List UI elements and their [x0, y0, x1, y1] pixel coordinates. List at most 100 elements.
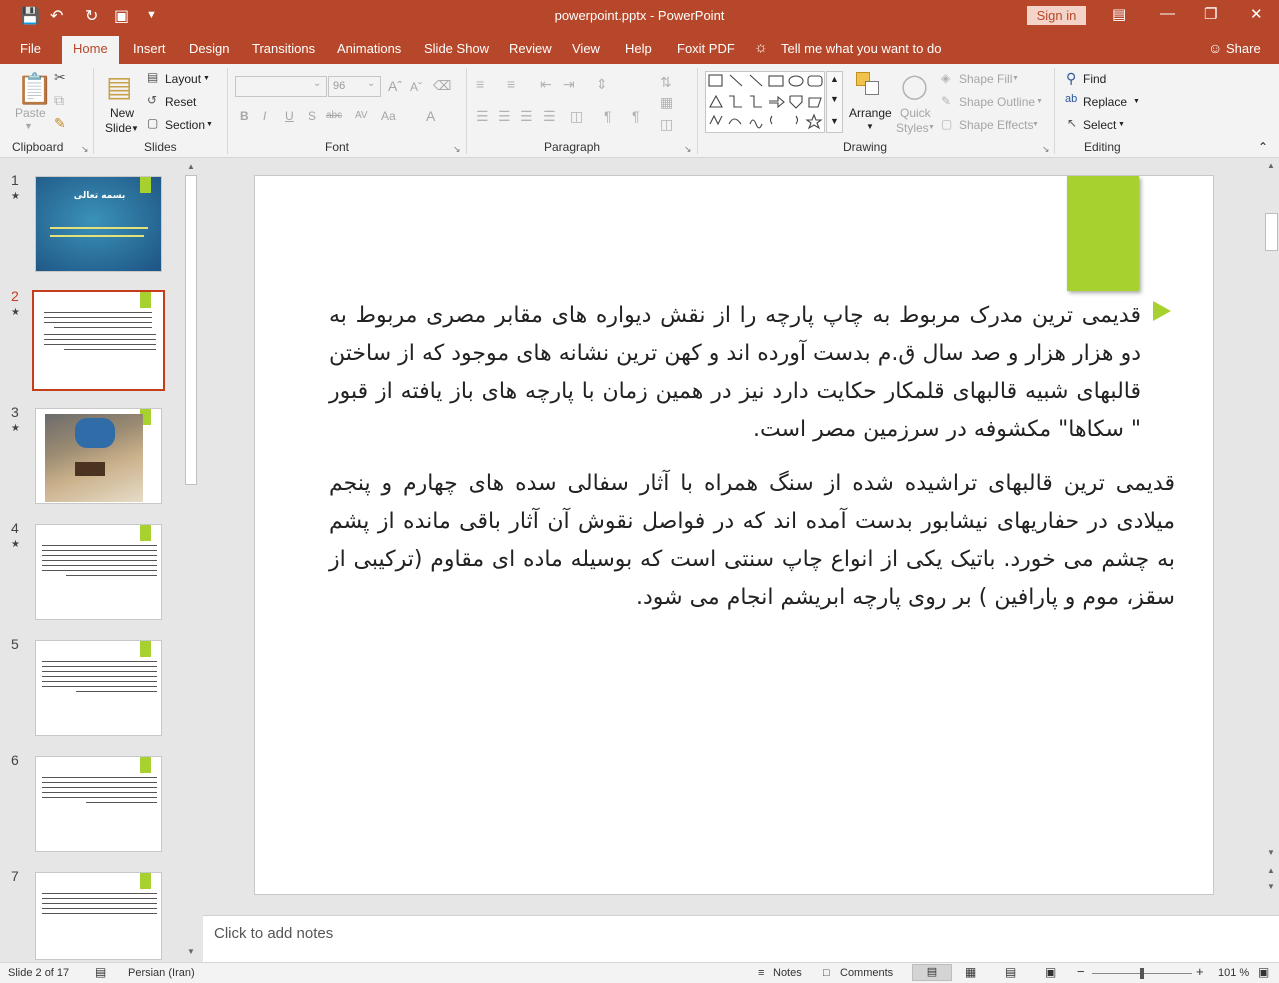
slide-thumbnail-6[interactable] — [35, 756, 162, 852]
slide-scroll-up-icon[interactable]: ▲ — [1267, 161, 1275, 170]
shrink-font-icon[interactable]: Aˇ — [410, 80, 422, 94]
layout-button[interactable]: Layout — [165, 72, 201, 86]
new-slide-label-1[interactable]: New — [110, 106, 134, 120]
new-slide-chevron-down-icon[interactable]: ▼ — [131, 124, 139, 133]
italic-button[interactable]: I — [263, 109, 266, 123]
grow-font-icon[interactable]: Aˆ — [388, 78, 402, 94]
smartart-icon[interactable]: ◫ — [660, 116, 673, 133]
language-indicator[interactable]: Persian (Iran) — [128, 967, 195, 979]
font-launcher-icon[interactable]: ↘ — [453, 144, 461, 155]
underline-button[interactable]: U — [285, 109, 294, 123]
reading-view-icon[interactable]: ▤ — [1005, 965, 1016, 979]
shapes-gallery-scroll[interactable]: ▲ ▼ ▼ — [826, 71, 843, 133]
share-button[interactable]: Share — [1226, 41, 1261, 56]
paste-icon[interactable]: 📋 — [16, 72, 53, 107]
slide-scroll-down-icon[interactable]: ▼ — [1267, 848, 1275, 857]
slide-paragraph-1[interactable]: قدیمی ترین مدرک مربوط به چاپ پارچه را از… — [329, 297, 1141, 449]
section-chevron-down-icon[interactable]: ▼ — [206, 121, 213, 128]
shape-fill-chevron-down-icon[interactable]: ▼ — [1012, 75, 1019, 82]
slide-canvas[interactable]: قدیمی ترین مدرک مربوط به چاپ پارچه را از… — [254, 175, 1214, 895]
minimize-icon[interactable]: — — [1160, 5, 1175, 22]
tab-design[interactable]: Design — [189, 41, 229, 56]
arrange-icon[interactable] — [856, 72, 882, 98]
tab-help[interactable]: Help — [625, 41, 652, 56]
select-chevron-down-icon[interactable]: ▼ — [1118, 121, 1125, 128]
shape-outline-chevron-down-icon[interactable]: ▼ — [1036, 98, 1043, 105]
zoom-out-button[interactable]: − — [1077, 964, 1085, 979]
zoom-in-button[interactable]: + — [1196, 964, 1204, 979]
spell-check-icon[interactable]: ▤ — [95, 965, 106, 979]
align-text-icon[interactable]: ▦ — [660, 94, 673, 111]
quick-styles-label-2[interactable]: Styles — [896, 121, 929, 135]
shape-fill-icon[interactable]: ◈ — [941, 71, 950, 85]
drawing-launcher-icon[interactable]: ↘ — [1042, 144, 1050, 155]
text-direction-icon[interactable]: ⇅ — [660, 74, 672, 91]
tab-review[interactable]: Review — [509, 41, 552, 56]
clear-format-icon[interactable]: ⌫ — [433, 78, 451, 94]
gallery-up-icon[interactable]: ▲ — [830, 74, 839, 84]
comments-button[interactable]: Comments — [840, 967, 893, 979]
paste-label[interactable]: Paste — [15, 106, 46, 120]
next-slide-icon[interactable]: ▼ — [1267, 882, 1275, 891]
quick-styles-icon[interactable]: ◯ — [901, 72, 928, 101]
line-spacing-icon[interactable]: ⇕ — [596, 76, 608, 93]
quick-styles-label-1[interactable]: Quick — [900, 106, 931, 120]
slide-show-icon[interactable]: ▣ — [1045, 965, 1056, 979]
increase-indent-icon[interactable]: ⇥ — [563, 76, 575, 93]
font-color-button[interactable]: A — [426, 108, 435, 124]
notes-icon[interactable]: ≡ — [758, 967, 764, 979]
tab-insert[interactable]: Insert — [133, 41, 166, 56]
shadow-button[interactable]: S — [308, 109, 316, 123]
arrange-button[interactable]: Arrange — [849, 106, 892, 120]
comments-icon[interactable]: □ — [823, 967, 830, 979]
replace-icon[interactable]: ab — [1065, 93, 1077, 105]
ribbon-display-icon[interactable]: ▤ — [1112, 5, 1126, 23]
scroll-down-icon[interactable]: ▼ — [187, 947, 195, 956]
normal-view-icon[interactable]: ▤ — [912, 964, 952, 981]
slide-thumbnail-7[interactable] — [35, 872, 162, 960]
format-painter-icon[interactable]: ✎ — [54, 115, 66, 132]
restore-icon[interactable]: ❐ — [1204, 5, 1217, 23]
replace-button[interactable]: Replace — [1083, 95, 1127, 109]
notes-placeholder[interactable]: Click to add notes — [214, 925, 333, 942]
shape-effects-chevron-down-icon[interactable]: ▼ — [1032, 121, 1039, 128]
slide-paragraph-2[interactable]: قدیمی ترین قالبهای تراشیده شده از سنگ هم… — [329, 465, 1175, 617]
shape-outline-button[interactable]: Shape Outline — [959, 95, 1035, 109]
paste-chevron-down-icon[interactable]: ▼ — [24, 121, 33, 131]
thumbnails-scroll-thumb[interactable] — [185, 175, 197, 485]
copy-icon[interactable]: ⧉ — [54, 92, 64, 109]
font-name-chevron-down-icon[interactable]: ⌄ — [313, 78, 321, 89]
gallery-more-icon[interactable]: ▼ — [830, 116, 839, 126]
slide-thumbnail-4[interactable] — [35, 524, 162, 620]
align-center-icon[interactable]: ☰ — [498, 108, 511, 125]
paragraph-launcher-icon[interactable]: ↘ — [684, 144, 692, 155]
new-slide-label-2[interactable]: Slide — [105, 121, 132, 135]
align-left-icon[interactable]: ☰ — [476, 108, 489, 125]
shape-outline-icon[interactable]: ✎ — [941, 94, 951, 108]
scroll-up-icon[interactable]: ▲ — [187, 162, 195, 171]
strikethrough-button[interactable]: abc — [326, 110, 342, 121]
reset-icon[interactable]: ↺ — [147, 93, 157, 107]
slide-scroll-thumb[interactable] — [1265, 213, 1278, 251]
tab-file[interactable]: File — [20, 41, 41, 56]
ltr-icon[interactable]: ¶ — [632, 108, 640, 124]
character-spacing-button[interactable]: AV — [355, 110, 368, 121]
zoom-level[interactable]: 101 % — [1218, 967, 1249, 979]
shape-effects-icon[interactable]: ▢ — [941, 117, 952, 131]
clipboard-launcher-icon[interactable]: ↘ — [81, 144, 89, 155]
tab-transitions[interactable]: Transitions — [252, 41, 315, 56]
replace-chevron-down-icon[interactable]: ▼ — [1133, 98, 1140, 105]
cut-icon[interactable]: ✂ — [54, 69, 66, 86]
slide-thumbnail-2[interactable] — [32, 290, 165, 391]
bullets-icon[interactable]: ≡ — [476, 76, 484, 92]
shape-fill-button[interactable]: Shape Fill — [959, 72, 1012, 86]
layout-icon[interactable]: ▤ — [147, 70, 158, 84]
columns-icon[interactable]: ◫ — [570, 108, 583, 125]
align-right-icon[interactable]: ☰ — [520, 108, 533, 125]
select-icon[interactable]: ↖ — [1067, 116, 1077, 130]
tab-slide-show[interactable]: Slide Show — [424, 41, 489, 56]
slide-sorter-icon[interactable]: ▦ — [965, 965, 976, 979]
section-icon[interactable]: ▢ — [147, 116, 158, 130]
tab-view[interactable]: View — [572, 41, 600, 56]
notes-pane[interactable]: Click to add notes — [203, 915, 1279, 962]
